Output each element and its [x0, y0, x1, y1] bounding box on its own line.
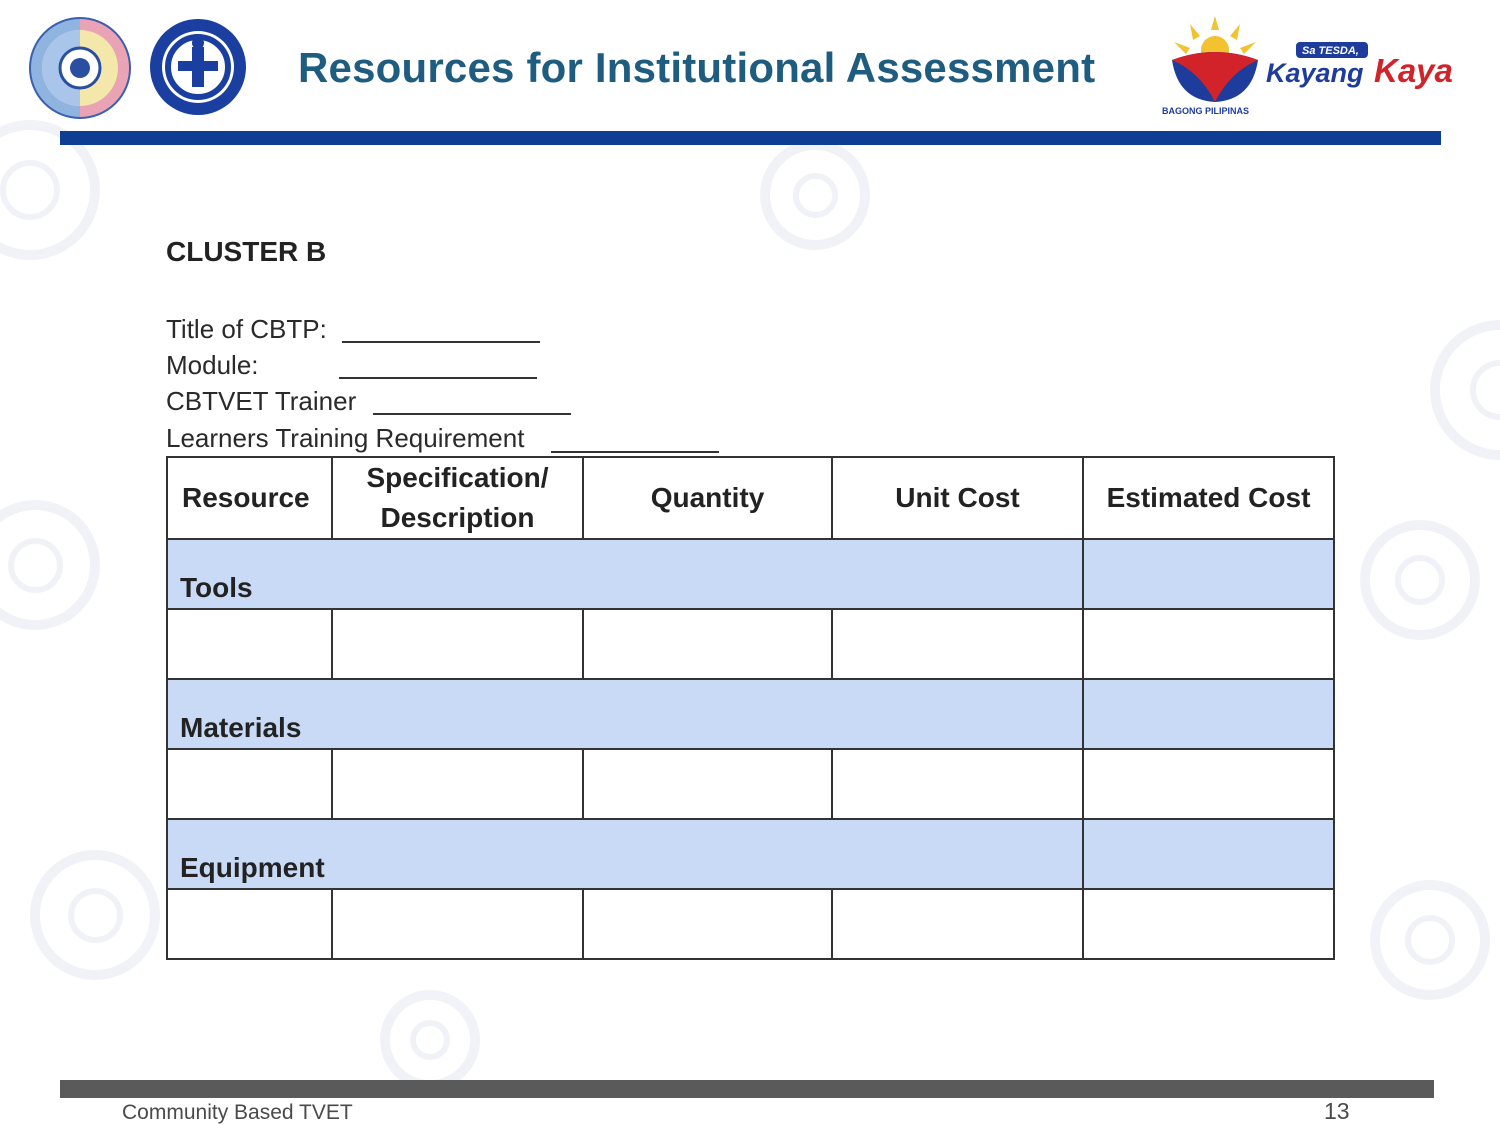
table-row	[166, 748, 1335, 820]
field-module-blank	[339, 377, 537, 379]
category-row-materials: Materials	[166, 678, 1335, 750]
watermark-seal	[1370, 880, 1490, 1000]
table-cell	[831, 888, 1084, 960]
svg-text:BAGONG PILIPINAS: BAGONG PILIPINAS	[1162, 106, 1249, 116]
seal-wheel-icon	[29, 17, 131, 119]
col-header-quantity: Quantity	[582, 456, 833, 540]
cluster-label: CLUSTER B	[166, 236, 327, 267]
watermark-seal	[760, 140, 870, 250]
field-learners-training-requirement: Learners Training Requirement	[166, 423, 525, 453]
table-row	[166, 608, 1335, 680]
table-cell	[166, 748, 333, 820]
table-cell	[166, 608, 333, 680]
category-label-materials: Materials	[166, 678, 1084, 750]
header-divider	[60, 131, 1441, 145]
table-header-row: Resource Specification/Description Quant…	[166, 456, 1335, 540]
sa-tesda-kayang-kaya-logo: Sa TESDA, Kayang Kaya	[1266, 42, 1453, 89]
tesda-seal-icon	[150, 19, 246, 115]
resource-table: Resource Specification/Description Quant…	[166, 456, 1335, 960]
col-header-specification-line2: Description	[380, 502, 535, 533]
watermark-seal	[0, 500, 100, 630]
category-row-equipment: Equipment	[166, 818, 1335, 890]
table-cell	[331, 748, 584, 820]
page-number: 13	[1324, 1098, 1350, 1124]
field-module: Module:	[166, 350, 259, 380]
col-header-estimated-cost: Estimated Cost	[1082, 456, 1335, 540]
table-cell	[582, 888, 833, 960]
watermark-seal	[1430, 320, 1500, 460]
category-cell-estimated	[1082, 678, 1335, 750]
page-title: Resources for Institutional Assessment	[298, 44, 1096, 91]
col-header-unit-cost: Unit Cost	[831, 456, 1084, 540]
svg-text:Kayang: Kayang	[1266, 58, 1364, 88]
category-row-tools: Tools	[166, 538, 1335, 610]
watermark-seal	[380, 990, 480, 1090]
table-cell	[831, 608, 1084, 680]
category-label-tools: Tools	[166, 538, 1084, 610]
table-cell	[582, 748, 833, 820]
field-title-of-cbtp-blank	[342, 341, 540, 343]
bagong-pilipinas-logo: BAGONG PILIPINAS	[1162, 16, 1258, 116]
table-cell	[582, 608, 833, 680]
category-cell-estimated	[1082, 818, 1335, 890]
field-learners-training-requirement-blank	[551, 451, 719, 453]
table-cell	[1082, 888, 1335, 960]
watermark-seal	[1360, 520, 1480, 640]
category-cell-estimated	[1082, 538, 1335, 610]
table-cell	[1082, 608, 1335, 680]
col-header-specification: Specification/Description	[331, 456, 584, 540]
table-cell	[331, 608, 584, 680]
footer-text: Community Based TVET	[122, 1101, 353, 1124]
field-cbtvet-trainer-blank	[373, 413, 571, 415]
table-row	[166, 888, 1335, 960]
footer-divider	[60, 1080, 1434, 1098]
category-label-equipment: Equipment	[166, 818, 1084, 890]
table-cell	[831, 748, 1084, 820]
svg-text:Sa TESDA,: Sa TESDA,	[1302, 45, 1359, 57]
field-cbtvet-trainer: CBTVET Trainer	[166, 386, 357, 416]
col-header-specification-line1: Specification/	[366, 462, 549, 493]
svg-text:Kaya: Kaya	[1374, 52, 1453, 89]
watermark-seal	[30, 850, 160, 980]
field-title-of-cbtp: Title of CBTP:	[166, 314, 327, 344]
table-cell	[331, 888, 584, 960]
table-cell	[1082, 748, 1335, 820]
col-header-resource: Resource	[166, 456, 333, 540]
table-cell	[166, 888, 333, 960]
